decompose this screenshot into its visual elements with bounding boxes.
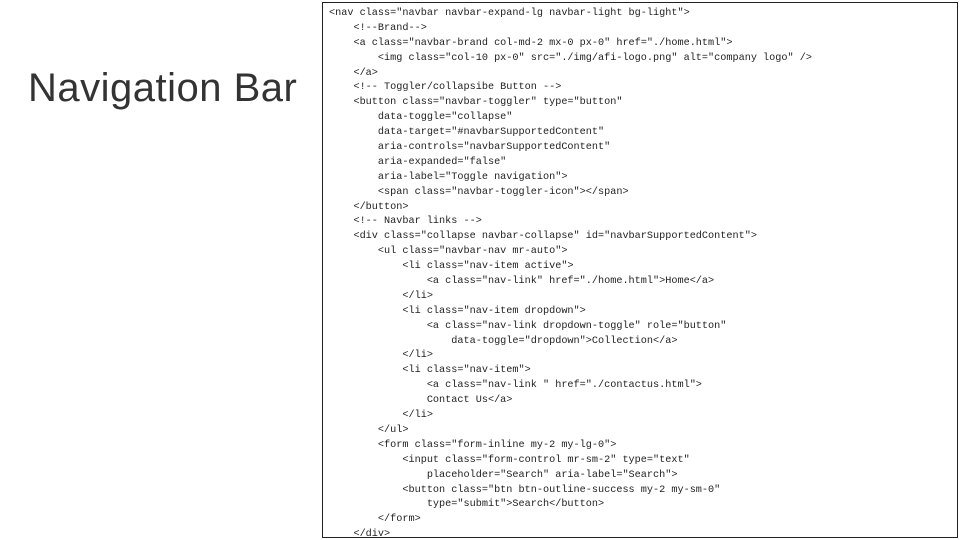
code-snippet: <nav class="navbar navbar-expand-lg navb…: [329, 7, 951, 538]
code-box: <nav class="navbar navbar-expand-lg navb…: [322, 2, 958, 538]
slide-title: Navigation Bar: [28, 66, 297, 111]
slide: Navigation Bar <nav class="navbar navbar…: [0, 0, 960, 540]
